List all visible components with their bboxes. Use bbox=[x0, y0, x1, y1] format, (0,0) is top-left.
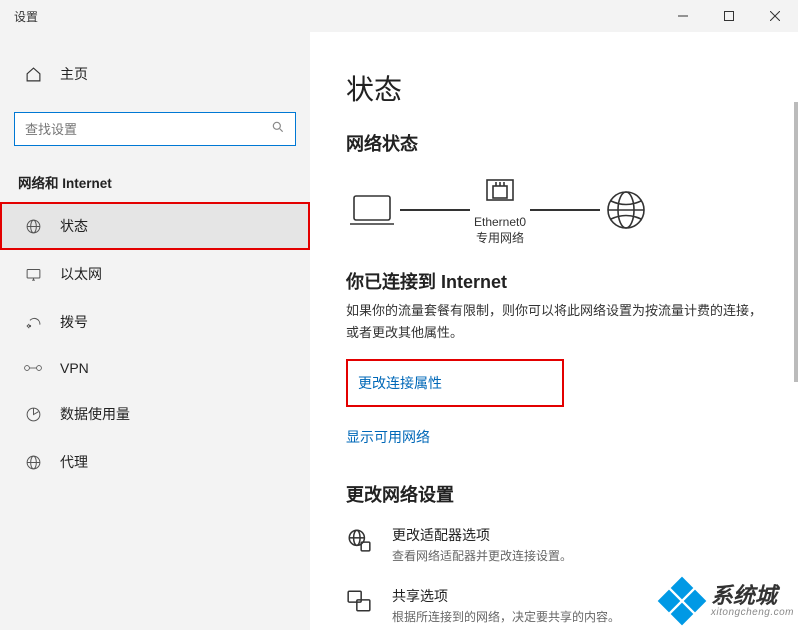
window-controls bbox=[660, 0, 798, 32]
sidebar: 主页 网络和 Internet 状态 以太网 拨号 bbox=[0, 32, 310, 630]
nav-label: 状态 bbox=[60, 216, 88, 236]
globe-icon bbox=[604, 188, 648, 232]
change-connection-properties-link[interactable]: 更改连接属性 bbox=[358, 369, 442, 397]
ethernet-node: Ethernet0 专用网络 bbox=[474, 174, 526, 246]
home-button[interactable]: 主页 bbox=[0, 56, 310, 92]
search-container bbox=[14, 112, 296, 146]
show-available-networks-link[interactable]: 显示可用网络 bbox=[346, 423, 430, 451]
nav-label: VPN bbox=[60, 360, 89, 376]
nav-item-vpn[interactable]: VPN bbox=[0, 346, 310, 390]
scrollbar[interactable] bbox=[790, 102, 798, 630]
nav-item-ethernet[interactable]: 以太网 bbox=[0, 250, 310, 298]
home-icon bbox=[24, 66, 42, 83]
settings-window: 设置 主页 网络和 Internet 状态 bbox=[0, 0, 798, 630]
network-status-title: 网络状态 bbox=[346, 130, 762, 156]
option-adapter-desc: 查看网络适配器并更改连接设置。 bbox=[392, 547, 572, 564]
nav-item-status[interactable]: 状态 bbox=[0, 202, 310, 250]
window-body: 主页 网络和 Internet 状态 以太网 拨号 bbox=[0, 32, 798, 630]
connected-description: 如果你的流量套餐有限制，则你可以将此网络设置为按流量计费的连接，或者更改其他属性… bbox=[346, 300, 762, 344]
connection-line-1 bbox=[400, 209, 470, 211]
home-label: 主页 bbox=[60, 64, 88, 84]
computer-icon bbox=[348, 190, 396, 230]
ethernet-icon bbox=[24, 266, 42, 283]
search-input-wrapper[interactable] bbox=[14, 112, 296, 146]
ethernet-label: Ethernet0 专用网络 bbox=[474, 214, 526, 246]
option-adapter[interactable]: 更改适配器选项 查看网络适配器并更改连接设置。 bbox=[346, 525, 762, 564]
scrollbar-thumb[interactable] bbox=[794, 102, 798, 382]
content-area: 状态 网络状态 Ethernet0 专用网络 你已连接到 Internet 如果… bbox=[310, 32, 798, 630]
nav-label: 以太网 bbox=[60, 264, 102, 284]
window-title: 设置 bbox=[14, 8, 38, 25]
change-connection-properties-highlight: 更改连接属性 bbox=[346, 359, 564, 407]
network-diagram: Ethernet0 专用网络 bbox=[348, 174, 762, 246]
option-adapter-title: 更改适配器选项 bbox=[392, 525, 572, 545]
adapter-icon bbox=[346, 525, 376, 558]
search-input[interactable] bbox=[25, 122, 245, 137]
sharing-icon bbox=[346, 586, 376, 619]
connection-line-2 bbox=[530, 209, 600, 211]
nav-item-dialup[interactable]: 拨号 bbox=[0, 298, 310, 346]
nav-label: 数据使用量 bbox=[60, 404, 130, 424]
status-icon bbox=[24, 218, 42, 235]
connected-title: 你已连接到 Internet bbox=[346, 268, 762, 294]
nav-label: 代理 bbox=[60, 452, 88, 472]
nav-item-datausage[interactable]: 数据使用量 bbox=[0, 390, 310, 438]
titlebar: 设置 bbox=[0, 0, 798, 32]
vpn-icon bbox=[24, 361, 42, 375]
option-sharing-desc: 根据所连接到的网络，决定要共享的内容。 bbox=[392, 608, 620, 625]
watermark: 系统城 xitongcheng.com bbox=[659, 578, 794, 624]
nav-item-proxy[interactable]: 代理 bbox=[0, 438, 310, 486]
nav-label: 拨号 bbox=[60, 312, 88, 332]
change-network-settings-title: 更改网络设置 bbox=[346, 481, 762, 507]
minimize-button[interactable] bbox=[660, 0, 706, 32]
page-title: 状态 bbox=[346, 68, 762, 108]
watermark-logo-icon bbox=[659, 578, 705, 624]
maximize-button[interactable] bbox=[706, 0, 752, 32]
ethernet-type: 专用网络 bbox=[474, 230, 526, 246]
search-icon bbox=[271, 120, 285, 139]
watermark-text-small: xitongcheng.com bbox=[711, 607, 794, 618]
datausage-icon bbox=[24, 406, 42, 423]
ethernet-name: Ethernet0 bbox=[474, 214, 526, 230]
close-button[interactable] bbox=[752, 0, 798, 32]
ethernet-port-icon bbox=[483, 174, 517, 208]
watermark-text-big: 系统城 bbox=[711, 585, 794, 607]
proxy-icon bbox=[24, 454, 42, 471]
section-label: 网络和 Internet bbox=[0, 160, 310, 202]
option-sharing-title: 共享选项 bbox=[392, 586, 620, 606]
dialup-icon bbox=[24, 314, 42, 331]
